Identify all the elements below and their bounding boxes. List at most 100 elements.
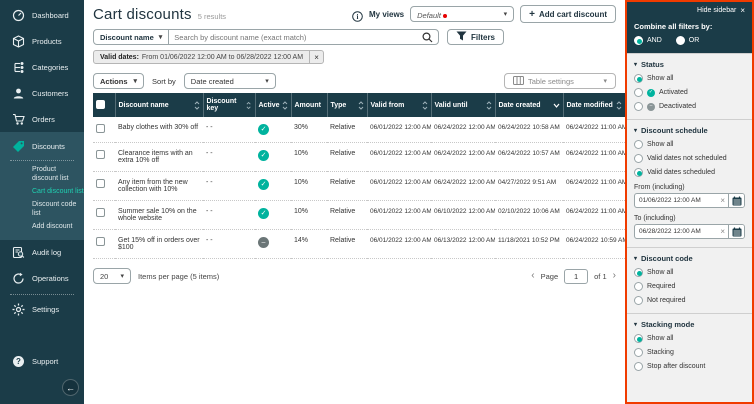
collapse-sidebar-button[interactable]: ← [62,379,79,396]
sidebar-item-label: Customers [32,89,68,98]
actions-dropdown[interactable]: Actions ▾ [93,73,144,89]
code-show-all-radio[interactable]: Show all [634,268,745,277]
column-date-modified[interactable]: Date modified [563,93,625,117]
discount-code-section-header[interactable]: ▾ Discount code [634,254,745,263]
row-checkbox[interactable] [96,150,105,159]
status-section-header[interactable]: ▾ Status [634,60,745,69]
subitem-product-discount-list[interactable]: Product discount list [0,163,84,185]
sort-select[interactable]: Date created ▾ [184,73,276,89]
valid-from-cell: 06/01/2022 12:00 AM [367,172,431,201]
code-not-required-radio[interactable]: Not required [634,296,745,305]
status-activated-radio[interactable]: ✓ Activated [634,88,745,97]
schedule-not-scheduled-radio[interactable]: Valid dates not scheduled [634,154,745,163]
chevron-down-icon: ▾ [504,11,508,18]
sort-desc-icon[interactable] [553,103,560,108]
info-icon[interactable]: i [352,9,363,20]
page-number-input[interactable] [564,269,588,284]
stacking-section-header[interactable]: ▾ Stacking mode [634,320,745,329]
amount-cell: 14% [291,230,327,259]
table-row[interactable]: Get 15% off in orders over $100 - - – 14… [93,230,625,259]
table-row[interactable]: Any item from the new collection with 10… [93,172,625,201]
table-settings-button[interactable]: Table settings ▾ [504,73,616,89]
previous-page-button[interactable]: ‹ [531,271,534,281]
code-required-radio[interactable]: Required [634,282,745,291]
discount-name-cell[interactable]: Clearance items with an extra 10% off [115,143,203,172]
calendar-icon[interactable] [728,225,744,238]
sidebar-item-dashboard[interactable]: Dashboard [0,2,84,28]
combine-or-radio[interactable]: OR [676,36,700,45]
row-checkbox[interactable] [96,237,105,246]
stacking-stop-after-radio[interactable]: Stop after discount [634,362,745,371]
add-cart-discount-button[interactable]: + Add cart discount [520,5,616,23]
discount-name-cell[interactable]: Any item from the new collection with 10… [115,172,203,201]
column-type[interactable]: Type [327,93,367,117]
sort-icon[interactable] [616,101,622,110]
sort-icon[interactable] [486,101,492,110]
items-per-page-select[interactable]: 20 ▾ [93,268,131,284]
sidebar-item-settings[interactable]: Settings [0,297,84,323]
sidebar-item-orders[interactable]: Orders [0,106,84,132]
row-checkbox[interactable] [96,179,105,188]
schedule-show-all-radio[interactable]: Show all [634,140,745,149]
sidebar-item-products[interactable]: Products [0,28,84,54]
stacking-stacking-radio[interactable]: Stacking [634,348,745,357]
schedule-section-header[interactable]: ▾ Discount schedule [634,126,745,135]
chevron-down-icon: ▾ [120,273,124,280]
radio-icon [676,36,685,45]
status-deactivated-radio[interactable]: – Deactivated [634,102,745,111]
sort-icon[interactable] [422,101,428,110]
row-checkbox[interactable] [96,124,105,133]
sort-icon[interactable] [282,101,288,110]
combine-and-radio[interactable]: AND [634,36,662,45]
select-all-checkbox[interactable] [96,100,105,109]
hide-sidebar-button[interactable]: Hide sidebar × [634,6,745,15]
column-discount-name[interactable]: Discount name [115,93,203,117]
table-row[interactable]: Clearance items with an extra 10% off - … [93,143,625,172]
sidebar-item-categories[interactable]: Categories [0,54,84,80]
amount-cell: 10% [291,201,327,230]
view-select[interactable]: Default ▾ [410,6,514,22]
next-page-button[interactable]: › [613,271,616,281]
sidebar-item-discounts[interactable]: Discounts [0,134,84,158]
remove-filter-button[interactable]: × [309,51,323,63]
discount-name-cell[interactable]: Baby clothes with 30% off [115,117,203,143]
column-amount[interactable]: Amount [291,93,327,117]
column-valid-from[interactable]: Valid from [367,93,431,117]
discount-name-cell[interactable]: Summer sale 10% on the whole website [115,201,203,230]
sidebar-item-label: Products [32,37,62,46]
sidebar-item-operations[interactable]: Operations [0,266,84,292]
subitem-add-discount[interactable]: Add discount [0,220,84,233]
search-icon[interactable] [417,32,438,43]
clear-icon[interactable]: × [717,227,728,236]
column-valid-until[interactable]: Valid until [431,93,495,117]
from-date-input[interactable]: 01/06/2022 12:00 AM × [634,193,745,208]
sidebar-item-audit-log[interactable]: Audit log [0,240,84,266]
status-show-all-radio[interactable]: Show all [634,74,745,83]
subitem-discount-code-list[interactable]: Discount code list [0,198,84,220]
search-field-selector[interactable]: Discount name ▾ [94,30,169,44]
filters-button[interactable]: Filters [447,29,504,45]
schedule-scheduled-radio[interactable]: Valid dates scheduled [634,168,745,177]
to-date-input[interactable]: 06/28/2022 12:00 AM × [634,224,745,239]
sidebar-item-support[interactable]: ? Support [0,348,84,374]
sort-icon[interactable] [194,101,200,110]
table-row[interactable]: Baby clothes with 30% off - - ✓ 30% Rela… [93,117,625,143]
row-checkbox[interactable] [96,208,105,217]
radio-icon [634,168,643,177]
sort-icon[interactable] [358,101,364,110]
subitem-cart-discount-list[interactable]: Cart discount list [0,185,84,198]
column-date-created[interactable]: Date created [495,93,563,117]
discount-name-cell[interactable]: Get 15% off in orders over $100 [115,230,203,259]
column-active[interactable]: Active [255,93,291,117]
clear-icon[interactable]: × [717,196,728,205]
stacking-show-all-radio[interactable]: Show all [634,334,745,343]
valid-until-cell: 06/24/2022 12:00 AM [431,172,495,201]
search-input[interactable] [169,33,417,42]
discount-key-cell: - - [203,117,255,143]
sort-icon[interactable] [246,101,251,110]
sidebar-item-customers[interactable]: Customers [0,80,84,106]
calendar-icon[interactable] [728,194,744,207]
table-row[interactable]: Summer sale 10% on the whole website - -… [93,201,625,230]
support-icon: ? [11,354,25,368]
column-discount-key[interactable]: Discount key [203,93,255,117]
